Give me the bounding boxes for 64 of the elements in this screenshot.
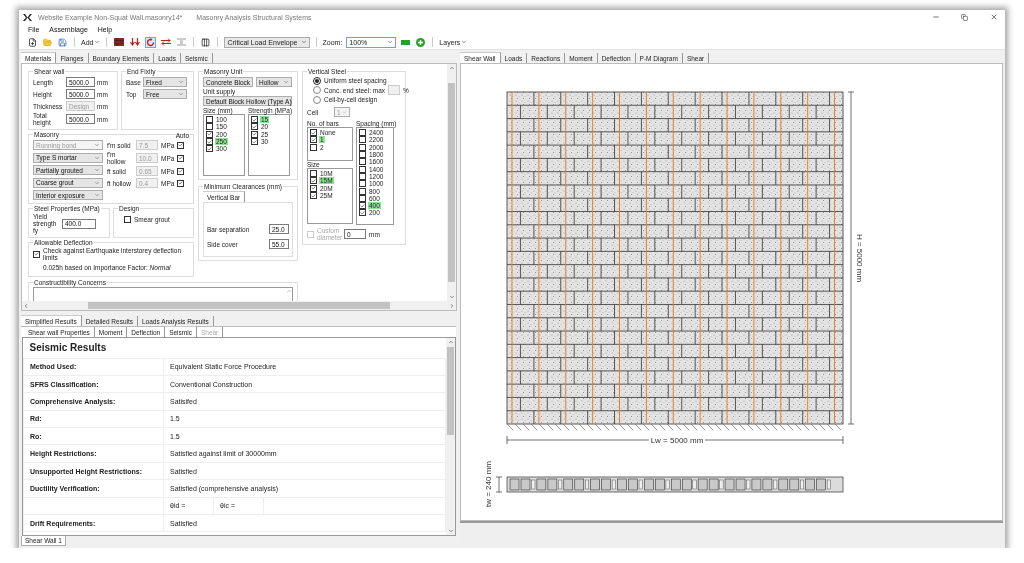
results-title: Seismic Results bbox=[23, 338, 446, 358]
checkbox[interactable] bbox=[359, 143, 366, 151]
height-label: H = 5000 mm bbox=[855, 233, 864, 283]
caret-icon bbox=[283, 79, 289, 85]
checkbox[interactable] bbox=[359, 165, 366, 173]
radio-button[interactable] bbox=[313, 76, 321, 85]
radio-button[interactable] bbox=[313, 95, 321, 104]
zoom-in-icon[interactable] bbox=[415, 36, 427, 48]
down-arrows-icon[interactable] bbox=[129, 36, 142, 48]
radio-button[interactable] bbox=[313, 86, 321, 94]
caret-icon bbox=[448, 294, 455, 300]
checkbox[interactable] bbox=[359, 158, 366, 166]
checkbox[interactable] bbox=[310, 177, 317, 185]
caret-icon bbox=[342, 109, 347, 115]
checkbox[interactable] bbox=[206, 123, 213, 131]
columns-icon[interactable] bbox=[200, 36, 212, 48]
checkbox[interactable] bbox=[310, 170, 317, 178]
checkbox[interactable] bbox=[177, 141, 185, 149]
checkbox[interactable] bbox=[206, 116, 213, 124]
checkbox[interactable] bbox=[251, 130, 258, 138]
close-icon[interactable] bbox=[989, 13, 998, 21]
checkbox[interactable] bbox=[359, 151, 366, 159]
checkbox[interactable] bbox=[359, 180, 366, 188]
vertical-scrollbar[interactable] bbox=[447, 64, 456, 301]
checkbox[interactable] bbox=[310, 184, 317, 192]
checkbox[interactable] bbox=[177, 167, 185, 175]
vertical-scrollbar[interactable] bbox=[446, 338, 455, 535]
brick-wall-icon[interactable] bbox=[113, 36, 126, 48]
horizontal-scrollbar[interactable] bbox=[22, 301, 456, 310]
checkbox[interactable] bbox=[251, 138, 258, 146]
restore-icon[interactable] bbox=[961, 13, 968, 21]
checkbox[interactable] bbox=[310, 129, 317, 137]
checkbox[interactable] bbox=[33, 250, 40, 258]
swap-arrows-icon[interactable] bbox=[160, 36, 173, 48]
app-logo-icon bbox=[23, 13, 32, 21]
caret-icon bbox=[300, 39, 307, 45]
checkbox[interactable] bbox=[359, 136, 366, 144]
rotate-icon[interactable] bbox=[145, 36, 157, 48]
caret-icon bbox=[461, 39, 468, 45]
checkbox[interactable] bbox=[359, 172, 366, 180]
checkbox[interactable] bbox=[310, 192, 317, 200]
checkbox[interactable] bbox=[206, 138, 213, 146]
checkbox[interactable] bbox=[124, 215, 131, 223]
thickness-dimension bbox=[495, 476, 503, 493]
checkbox[interactable] bbox=[359, 194, 366, 202]
checkbox[interactable] bbox=[359, 202, 366, 210]
checkbox[interactable] bbox=[206, 130, 213, 138]
caret-icon bbox=[447, 528, 454, 534]
checkbox[interactable] bbox=[359, 187, 366, 195]
checkbox[interactable] bbox=[206, 145, 213, 153]
checkbox[interactable] bbox=[310, 136, 317, 144]
checkbox[interactable] bbox=[177, 154, 185, 162]
save-icon[interactable] bbox=[57, 36, 68, 48]
checkbox[interactable] bbox=[310, 143, 317, 151]
checkbox[interactable] bbox=[251, 116, 258, 124]
checkbox[interactable] bbox=[359, 209, 366, 217]
caret-icon bbox=[387, 39, 394, 45]
width-label: Lw = 5000 mm bbox=[650, 436, 704, 445]
thickness-label: tw = 240 mm bbox=[484, 461, 493, 507]
new-file-icon[interactable] bbox=[27, 36, 38, 48]
checkbox[interactable] bbox=[359, 129, 366, 137]
checkbox[interactable] bbox=[251, 123, 258, 131]
checkbox[interactable] bbox=[177, 179, 185, 187]
caret-icon bbox=[94, 39, 101, 45]
